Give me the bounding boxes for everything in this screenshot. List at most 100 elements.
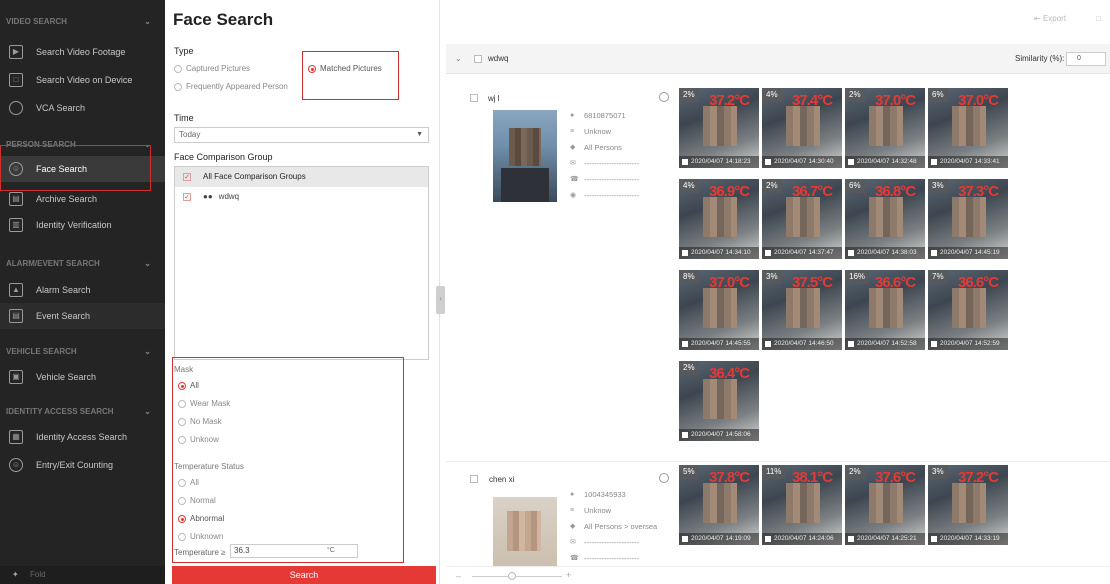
highlight-box — [302, 51, 399, 100]
section-title: ALARM/EVENT SEARCH — [6, 259, 100, 268]
zoom-out-icon[interactable]: – — [456, 571, 461, 581]
section-video-search[interactable]: VIDEO SEARCH ⌄ — [0, 13, 165, 31]
chevron-down-icon: ⌄ — [144, 347, 151, 356]
capture-thumbnail[interactable]: 4% 37.4°C 2020/04/07 14:30:40 — [762, 88, 842, 168]
identity-icon: ▥ — [9, 218, 23, 232]
sidebar: VIDEO SEARCH ⌄ ▶ Search Video Footage □ Sea… — [0, 0, 165, 584]
capture-time: 2020/04/07 14:52:58 — [845, 338, 925, 350]
collapse-panel-handle[interactable]: ‹ — [436, 286, 445, 314]
checkbox-icon[interactable]: ✓ — [183, 193, 191, 201]
results-area: ⇤ Export □ ⌄ wdwq Similarity (%): 0 wj l… — [446, 0, 1110, 584]
time-select[interactable]: Today ▼ — [174, 127, 429, 143]
person-id: ● 6810875071 — [570, 110, 626, 122]
capture-thumbnail[interactable]: 3% 37.5°C 2020/04/07 14:46:50 — [762, 270, 842, 350]
section-alarm-event-search[interactable]: ALARM/EVENT SEARCH ⌄ — [0, 255, 165, 273]
info-text: All Persons > oversea — [584, 522, 658, 531]
person-id: ● 1004345933 — [570, 489, 626, 501]
sidebar-fold[interactable]: ✦ Fold — [0, 566, 165, 584]
type-option-frequent[interactable]: Frequently Appeared Person — [174, 81, 288, 93]
sidebar-item-label: Vehicle Search — [36, 372, 97, 382]
person-checkbox[interactable] — [470, 475, 478, 483]
sidebar-item-alarm-search[interactable]: ▲ Alarm Search — [0, 277, 165, 303]
zoom-slider-handle[interactable] — [508, 572, 516, 580]
group-wdwq[interactable]: ✓ ●● wdwq — [175, 187, 428, 207]
capture-time: 2020/04/07 14:25:21 — [845, 533, 925, 545]
face-image — [703, 379, 737, 419]
similarity-badge: 2% — [679, 88, 699, 102]
temperature-label: 37.0°C — [709, 274, 750, 291]
temperature-label: 37.2°C — [709, 92, 750, 109]
capture-thumbnail[interactable]: 2% 36.4°C 2020/04/07 14:58:06 — [679, 361, 759, 441]
person-email: ✉ ---------------------- — [570, 158, 639, 170]
vehicle-icon: ▣ — [9, 370, 23, 384]
search-icon[interactable] — [659, 92, 669, 102]
search-icon[interactable] — [659, 473, 669, 483]
chevron-down-icon: ⌄ — [144, 17, 151, 26]
capture-thumbnail[interactable]: 3% 37.2°C 2020/04/07 14:33:19 — [928, 465, 1008, 545]
export-button[interactable]: ⇤ Export — [1034, 14, 1066, 23]
face-image — [952, 483, 986, 523]
capture-thumbnail[interactable]: 5% 37.8°C 2020/04/07 14:19:09 — [679, 465, 759, 545]
temperature-label: 36.9°C — [709, 183, 750, 200]
sidebar-item-vehicle-search[interactable]: ▣ Vehicle Search — [0, 364, 165, 390]
info-text: Unknow — [584, 127, 612, 136]
similarity-badge: 3% — [762, 270, 782, 284]
sidebar-item-search-video-footage[interactable]: ▶ Search Video Footage — [0, 39, 165, 65]
capture-time: 2020/04/07 14:30:40 — [762, 156, 842, 168]
checkbox-icon[interactable]: ✓ — [183, 173, 191, 181]
section-vehicle-search[interactable]: VEHICLE SEARCH ⌄ — [0, 343, 165, 361]
search-button[interactable]: Search — [172, 566, 436, 584]
face-image — [869, 197, 903, 237]
person-card: wj l ● 6810875071 ≡ Unknow ◆ All Persons ✉ -… — [446, 84, 1110, 462]
zoom-track[interactable] — [472, 576, 562, 577]
chevron-down-icon[interactable]: ⌄ — [455, 44, 462, 74]
capture-thumbnail[interactable]: 2% 36.7°C 2020/04/07 14:37:47 — [762, 179, 842, 259]
similarity-input[interactable]: 0 — [1066, 52, 1106, 66]
capture-thumbnail[interactable]: 2% 37.0°C 2020/04/07 14:32:48 — [845, 88, 925, 168]
face-image — [786, 483, 820, 523]
similarity-badge: 11% — [762, 465, 786, 479]
capture-thumbnail[interactable]: 2% 37.6°C 2020/04/07 14:25:21 — [845, 465, 925, 545]
capture-thumbnail[interactable]: 16% 36.6°C 2020/04/07 14:52:58 — [845, 270, 925, 350]
option-label: Captured Pictures — [186, 64, 251, 73]
sidebar-item-label: Archive Search — [36, 194, 98, 204]
zoom-in-icon[interactable]: + — [566, 570, 571, 580]
person-group: ◆ All Persons > oversea — [570, 521, 657, 533]
capture-thumbnail[interactable]: 7% 36.6°C 2020/04/07 14:52:59 — [928, 270, 1008, 350]
capture-thumbnail[interactable]: 6% 37.0°C 2020/04/07 14:33:41 — [928, 88, 1008, 168]
pin-icon: ✦ — [12, 570, 19, 579]
temperature-label: 36.8°C — [875, 183, 916, 200]
person-checkbox[interactable] — [470, 94, 478, 102]
sidebar-item-event-search[interactable]: ▤ Event Search — [0, 303, 165, 329]
sidebar-item-label: Entry/Exit Counting — [36, 460, 114, 470]
group-all[interactable]: ✓ All Face Comparison Groups — [175, 167, 428, 187]
similarity-badge: 2% — [845, 465, 865, 479]
capture-thumbnail[interactable]: 8% 37.0°C 2020/04/07 14:45:55 — [679, 270, 759, 350]
group-checkbox[interactable] — [474, 55, 482, 63]
similarity-badge: 5% — [679, 465, 699, 479]
section-title: IDENTITY ACCESS SEARCH — [6, 407, 114, 416]
capture-thumbnail[interactable]: 2% 37.2°C 2020/04/07 14:18:23 — [679, 88, 759, 168]
sidebar-item-entry-exit-counting[interactable]: ☺ Entry/Exit Counting — [0, 452, 165, 478]
capture-thumbnail[interactable]: 3% 37.3°C 2020/04/07 14:45:19 — [928, 179, 1008, 259]
capture-thumbnail[interactable]: 11% 38.1°C 2020/04/07 14:24:06 — [762, 465, 842, 545]
person-photo — [493, 497, 557, 567]
sidebar-item-vca-search[interactable]: VCA Search — [0, 95, 165, 121]
alarm-icon: ▲ — [9, 283, 23, 297]
capture-time: 2020/04/07 14:38:03 — [845, 247, 925, 259]
more-icon[interactable]: □ — [1096, 14, 1101, 23]
similarity-badge: 3% — [928, 179, 948, 193]
similarity-badge: 6% — [845, 179, 865, 193]
event-icon: ▤ — [9, 309, 23, 323]
capture-time: 2020/04/07 14:33:41 — [928, 156, 1008, 168]
capture-thumbnail[interactable]: 6% 36.8°C 2020/04/07 14:38:03 — [845, 179, 925, 259]
section-identity-access-search[interactable]: IDENTITY ACCESS SEARCH ⌄ — [0, 403, 165, 421]
capture-thumbnail[interactable]: 4% 36.9°C 2020/04/07 14:34:10 — [679, 179, 759, 259]
sidebar-item-search-video-on-device[interactable]: □ Search Video on Device — [0, 67, 165, 93]
face-image — [703, 197, 737, 237]
sidebar-item-identity-access-search[interactable]: ▦ Identity Access Search — [0, 424, 165, 450]
type-option-captured[interactable]: Captured Pictures — [174, 63, 250, 75]
sidebar-item-identity-verification[interactable]: ▥ Identity Verification — [0, 212, 165, 238]
person-phone: ☎ ---------------------- — [570, 174, 639, 186]
temperature-label: 36.4°C — [709, 365, 750, 382]
